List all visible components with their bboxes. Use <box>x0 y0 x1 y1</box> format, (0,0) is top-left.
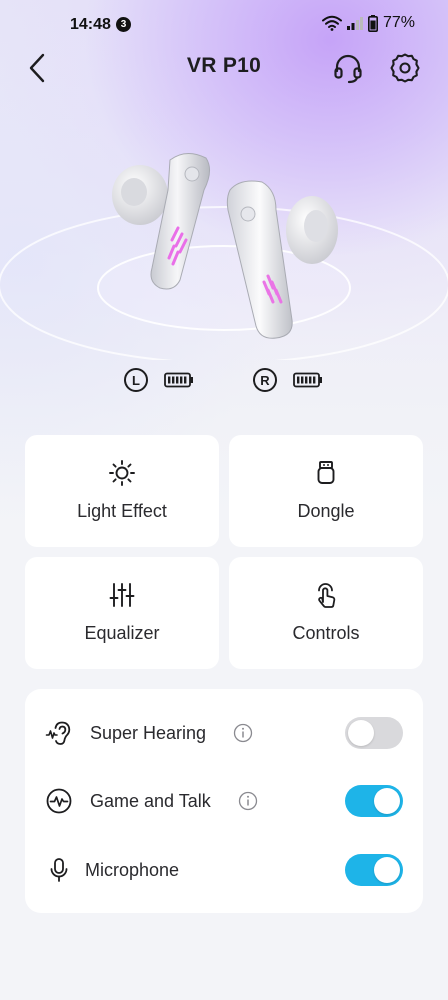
headset-icon <box>334 54 362 84</box>
dongle-label: Dongle <box>297 501 355 521</box>
status-icons: 77% <box>322 14 415 32</box>
toggle-knob <box>348 720 374 746</box>
game-and-talk-row: Game and Talk <box>25 776 423 826</box>
info-icon[interactable] <box>233 723 253 743</box>
game-and-talk-label: Game and Talk <box>90 790 211 811</box>
page-title: VR P10 <box>186 54 262 77</box>
microphone-row: Microphone <box>25 845 423 895</box>
equalizer-card[interactable]: Equalizer <box>25 557 219 669</box>
battery-percent: 77% <box>383 14 416 31</box>
battery-full-icon <box>164 372 193 388</box>
microphone-label: Microphone <box>85 859 180 880</box>
light-effect-card[interactable]: Light Effect <box>25 435 219 547</box>
right-earbud-battery: R <box>253 368 323 392</box>
sun-icon <box>109 460 135 486</box>
dongle-card[interactable]: Dongle <box>229 435 423 547</box>
touch-icon <box>318 583 336 608</box>
battery-full-icon <box>293 372 322 388</box>
super-hearing-row: Super Hearing <box>25 708 423 758</box>
back-button[interactable] <box>22 50 52 86</box>
signal-icon <box>347 17 363 30</box>
equalizer-icon <box>109 583 135 607</box>
light-effect-label: Light Effect <box>77 501 167 521</box>
microphone-toggle[interactable] <box>345 854 403 886</box>
equalizer-label: Equalizer <box>84 623 160 643</box>
gear-icon <box>390 53 420 83</box>
controls-card[interactable]: Controls <box>229 557 423 669</box>
microphone-icon <box>45 856 73 884</box>
toggle-knob <box>374 857 400 883</box>
game-and-talk-toggle[interactable] <box>345 785 403 817</box>
dongle-icon <box>317 461 335 484</box>
chevron-left-icon <box>29 53 45 83</box>
settings-button[interactable] <box>387 50 423 86</box>
pulse-icon <box>45 787 73 815</box>
super-hearing-label: Super Hearing <box>90 722 207 743</box>
support-button[interactable] <box>330 50 366 86</box>
status-time: 14:48 <box>70 16 111 33</box>
info-icon[interactable] <box>238 791 258 811</box>
right-earbud-label: R <box>253 368 277 392</box>
ear-icon <box>45 719 73 747</box>
notification-badge: 3 <box>116 17 131 32</box>
wifi-icon <box>322 15 342 31</box>
battery-status-icon <box>368 14 378 32</box>
earbuds-illustration <box>0 153 448 360</box>
controls-label: Controls <box>292 623 360 643</box>
settings-panel: Super Hearing Game and Talk Microphone <box>25 689 423 913</box>
left-earbud-label: L <box>124 368 148 392</box>
left-earbud-battery: L <box>124 368 194 392</box>
super-hearing-toggle[interactable] <box>345 717 403 749</box>
toggle-knob <box>374 788 400 814</box>
